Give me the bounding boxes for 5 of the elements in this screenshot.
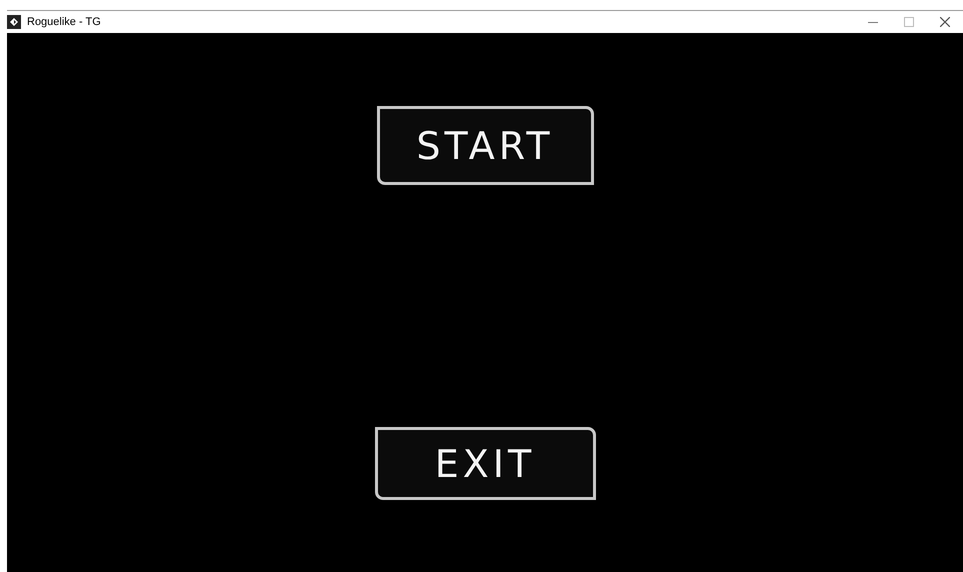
close-icon <box>940 17 950 27</box>
window-title: Roguelike - TG <box>27 14 101 30</box>
menu-button[interactable]: START <box>376 106 594 185</box>
menu-button[interactable]: EXIT <box>374 427 596 500</box>
maximize-icon <box>904 17 914 27</box>
